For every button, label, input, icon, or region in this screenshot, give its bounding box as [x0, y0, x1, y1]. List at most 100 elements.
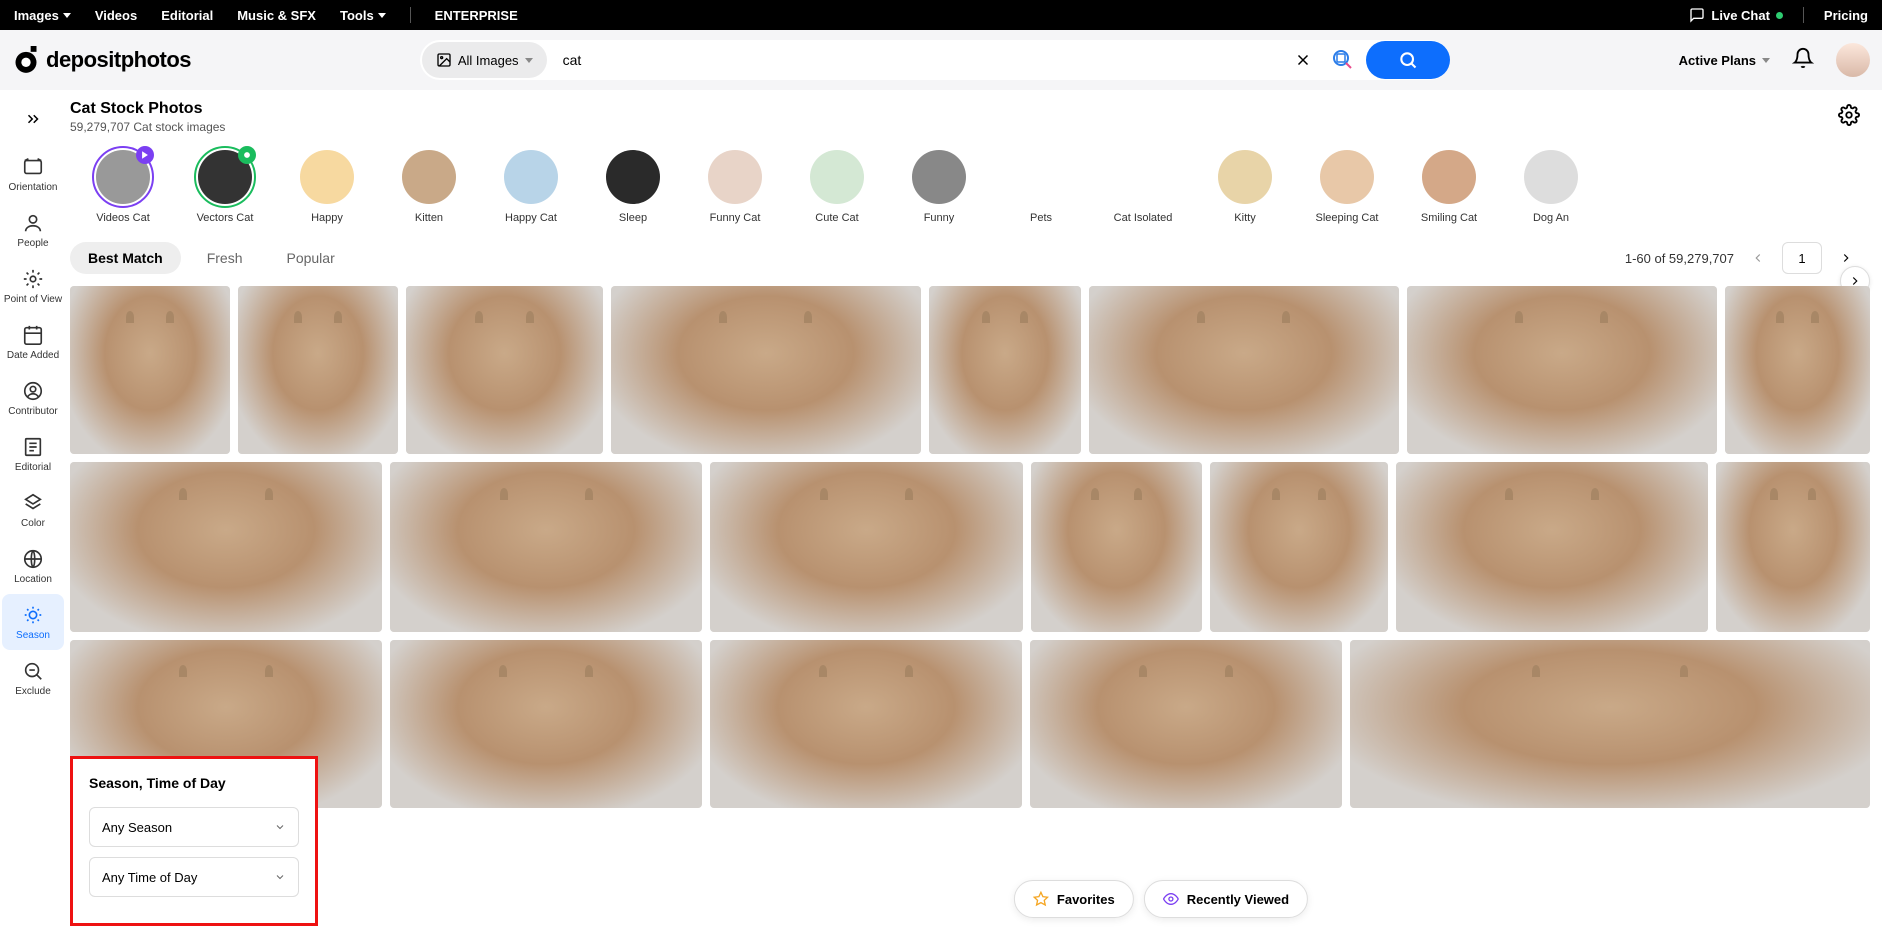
- category-label: Funny: [924, 212, 955, 224]
- gallery-image[interactable]: [710, 640, 1022, 808]
- filter-icon: [22, 660, 44, 682]
- page-number-input[interactable]: [1782, 242, 1822, 274]
- filter-point-of-view[interactable]: Point of View: [2, 258, 64, 314]
- image-icon: [436, 52, 452, 68]
- category-label: Kitten: [415, 212, 443, 224]
- category-label: Funny Cat: [710, 212, 761, 224]
- category-cute-cat[interactable]: Cute Cat: [800, 150, 874, 224]
- filter-date-added[interactable]: Date Added: [2, 314, 64, 370]
- logo[interactable]: depositphotos: [12, 46, 191, 74]
- topnav-item-videos[interactable]: Videos: [95, 8, 137, 23]
- sort-tabs: Best MatchFreshPopular: [70, 242, 353, 274]
- clear-search-button[interactable]: [1280, 51, 1326, 69]
- top-bar: Images Videos Editorial Music & SFX Tools ENT…: [0, 0, 1882, 30]
- gallery-image[interactable]: [1031, 462, 1202, 632]
- image-placeholder: [1030, 640, 1342, 808]
- divider: [1803, 7, 1804, 23]
- sort-tab-best-match[interactable]: Best Match: [70, 242, 181, 274]
- prev-page-button[interactable]: [1744, 244, 1772, 272]
- search-button[interactable]: [1366, 41, 1450, 79]
- filter-location[interactable]: Location: [2, 538, 64, 594]
- filter-orientation[interactable]: Orientation: [2, 146, 64, 202]
- image-placeholder: [70, 462, 382, 632]
- gallery-image[interactable]: [710, 462, 1022, 632]
- category-sleeping-cat[interactable]: Sleeping Cat: [1310, 150, 1384, 224]
- live-chat-link[interactable]: Live Chat: [1689, 7, 1783, 23]
- topnav-item-music-sfx[interactable]: Music & SFX: [237, 8, 316, 23]
- category-videos-cat[interactable]: Videos Cat: [86, 150, 160, 224]
- gallery-image[interactable]: [390, 640, 702, 808]
- category-cat-isolated[interactable]: Cat Isolated: [1106, 150, 1180, 224]
- category-funny[interactable]: Funny: [902, 150, 976, 224]
- notifications-button[interactable]: [1792, 47, 1814, 74]
- category-sleep[interactable]: Sleep: [596, 150, 670, 224]
- filter-color[interactable]: Color: [2, 482, 64, 538]
- topnav-item-tools[interactable]: Tools: [340, 8, 386, 23]
- gallery-image[interactable]: [238, 286, 398, 454]
- filter-people[interactable]: People: [2, 202, 64, 258]
- logo-text: depositphotos: [46, 47, 191, 73]
- image-placeholder: [1407, 286, 1717, 454]
- category-dog-an[interactable]: Dog An: [1514, 150, 1588, 224]
- category-pets[interactable]: Pets: [1004, 150, 1078, 224]
- filter-sidebar: Orientation People Point of ViewDate Added…: [0, 90, 66, 808]
- page-subtitle: 59,279,707 Cat stock images: [70, 120, 225, 134]
- gallery-image[interactable]: [1407, 286, 1717, 454]
- image-placeholder: [611, 286, 921, 454]
- gallery-image[interactable]: [1089, 286, 1399, 454]
- topnav-item-editorial[interactable]: Editorial: [161, 8, 213, 23]
- topnav-item-enterprise[interactable]: ENTERPRISE: [435, 8, 518, 23]
- category-vectors-cat[interactable]: Vectors Cat: [188, 150, 262, 224]
- popup-title: Season, Time of Day: [89, 775, 299, 791]
- gallery-image[interactable]: [1210, 462, 1388, 632]
- season-select[interactable]: Any Season: [89, 807, 299, 847]
- content-area: Cat Stock Photos 59,279,707 Cat stock im…: [66, 90, 1882, 808]
- gallery-image[interactable]: [929, 286, 1082, 454]
- filter-label: People: [17, 238, 48, 249]
- search-type-dropdown[interactable]: All Images: [422, 42, 547, 78]
- pricing-link[interactable]: Pricing: [1824, 8, 1868, 23]
- user-avatar[interactable]: [1836, 43, 1870, 77]
- time-of-day-select[interactable]: Any Time of Day: [89, 857, 299, 897]
- category-kitten[interactable]: Kitten: [392, 150, 466, 224]
- header-right: Active Plans: [1679, 43, 1870, 77]
- gallery-image[interactable]: [1350, 640, 1870, 808]
- gallery-image[interactable]: [390, 462, 702, 632]
- filter-label: Location: [14, 574, 52, 585]
- gallery-image[interactable]: [406, 286, 603, 454]
- search-type-label: All Images: [458, 53, 519, 68]
- filter-contributor[interactable]: Contributor: [2, 370, 64, 426]
- gallery-image[interactable]: [1725, 286, 1870, 454]
- category-smiling-cat[interactable]: Smiling Cat: [1412, 150, 1486, 224]
- image-placeholder: [710, 640, 1022, 808]
- result-range: 1-60 of 59,279,707: [1625, 251, 1734, 266]
- chevron-down-icon: [1762, 58, 1770, 63]
- gallery-image[interactable]: [70, 462, 382, 632]
- gallery-image[interactable]: [1716, 462, 1870, 632]
- gallery-image[interactable]: [611, 286, 921, 454]
- sort-tab-fresh[interactable]: Fresh: [189, 242, 261, 274]
- filter-season[interactable]: Season: [2, 594, 64, 650]
- topnav-item-images[interactable]: Images: [14, 8, 71, 23]
- filter-icon: [22, 436, 44, 458]
- gallery-image[interactable]: [1030, 640, 1342, 808]
- recently-viewed-button[interactable]: Recently Viewed: [1144, 880, 1308, 918]
- gallery-image[interactable]: [70, 286, 230, 454]
- gallery-image[interactable]: [1396, 462, 1708, 632]
- sort-tab-popular[interactable]: Popular: [268, 242, 352, 274]
- category-kitty[interactable]: Kitty: [1208, 150, 1282, 224]
- filter-exclude[interactable]: Exclude: [2, 650, 64, 706]
- visual-search-button[interactable]: [1326, 43, 1360, 77]
- settings-button[interactable]: [1838, 104, 1860, 131]
- category-happy[interactable]: Happy: [290, 150, 364, 224]
- topnav-right: Live Chat Pricing: [1689, 7, 1868, 23]
- filter-editorial[interactable]: Editorial: [2, 426, 64, 482]
- expand-sidebar-button[interactable]: [16, 102, 50, 136]
- search-input[interactable]: [549, 52, 1280, 68]
- favorites-button[interactable]: Favorites: [1014, 880, 1134, 918]
- category-thumbnail: [1422, 150, 1476, 204]
- active-plans-dropdown[interactable]: Active Plans: [1679, 53, 1770, 68]
- category-happy-cat[interactable]: Happy Cat: [494, 150, 568, 224]
- gear-icon: [1838, 104, 1860, 126]
- category-funny-cat[interactable]: Funny Cat: [698, 150, 772, 224]
